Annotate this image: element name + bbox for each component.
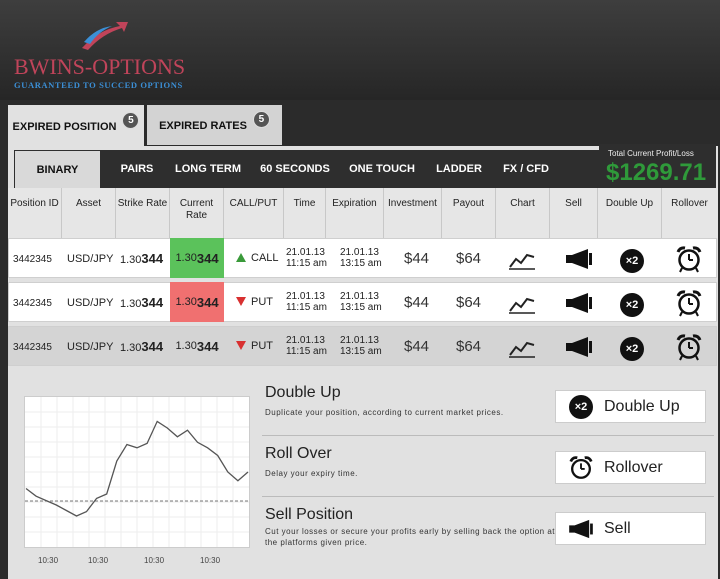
feature-desc-sell-position: Cut your losses or secure your profits e… — [265, 527, 556, 547]
megaphone-icon[interactable] — [564, 248, 594, 270]
profit-label: Total Current Profit/Loss — [608, 149, 694, 158]
alarm-clock-icon[interactable] — [675, 333, 703, 361]
alarm-clock-icon — [566, 455, 596, 481]
alarm-clock-icon[interactable] — [675, 245, 703, 273]
tab-expired-position[interactable]: EXPIRED POSITION 5 — [8, 105, 144, 147]
column-header-call-put: CALL/PUT — [224, 188, 284, 238]
expiration-time: 21.01.13 13:15 am — [340, 247, 382, 269]
feature-title-double-up: Double Up — [265, 384, 341, 401]
payout: $64 — [456, 294, 482, 311]
megaphone-icon[interactable] — [564, 292, 594, 314]
divider — [262, 496, 714, 497]
expiration-time: 21.01.13 13:15 am — [340, 335, 382, 357]
subtab-fx-cfd[interactable]: FX / CFD — [496, 150, 556, 188]
subtab-ladder[interactable]: LADDER — [428, 150, 490, 188]
column-header-sell: Sell — [550, 188, 598, 238]
subtab-pairs[interactable]: PAIRS — [110, 150, 164, 188]
subtab-binary[interactable]: BINARY — [15, 151, 100, 188]
payout: $64 — [456, 338, 482, 355]
chart-icon[interactable] — [508, 249, 536, 271]
x-tick-label: 10:30 — [38, 556, 59, 565]
investment: $44 — [404, 338, 430, 355]
current-rate: 1.30 344 — [175, 338, 219, 354]
investment: $44 — [404, 294, 430, 311]
current-rate: 1.30 344 — [170, 238, 224, 278]
alarm-clock-icon[interactable] — [675, 289, 703, 317]
column-header-strike-rate: Strike Rate — [116, 188, 170, 238]
subtab-long-term[interactable]: LONG TERM — [170, 150, 246, 188]
column-header-chart: Chart — [496, 188, 550, 238]
x-tick-label: 10:30 — [200, 556, 221, 565]
double-up-icon: ×2 — [566, 394, 596, 419]
double-up-icon[interactable]: ×2 — [620, 337, 644, 361]
column-header-position-id: Position ID — [8, 188, 62, 238]
column-header-double-up: Double Up — [598, 188, 662, 238]
subtab-60-seconds[interactable]: 60 SECONDS — [254, 150, 336, 188]
strike-rate: 1.30344 — [120, 295, 164, 310]
column-header-rollover: Rollover — [671, 198, 708, 209]
brand-name: BWINS-OPTIONS — [14, 54, 186, 79]
brand-logo[interactable]: BWINS-OPTIONS GUARANTEED TO SUCCED OPTIO… — [10, 18, 200, 93]
feature-desc-roll-over: Delay your expiry time. — [265, 469, 358, 478]
column-header-investment: Investment — [384, 188, 442, 238]
megaphone-icon — [566, 519, 596, 539]
column-header-payout: Payout — [442, 188, 496, 238]
payout: $64 — [456, 250, 482, 267]
count-badge: 5 — [252, 110, 270, 128]
position-id: 3442345 — [13, 342, 52, 353]
double-up-icon[interactable]: ×2 — [620, 249, 644, 273]
column-header-time: Time — [284, 188, 326, 238]
price-chart-svg — [25, 397, 249, 547]
asset: USD/JPY — [67, 297, 114, 309]
trade-time: 21.01.13 11:15 am — [286, 247, 327, 269]
logo-swoosh-icon — [82, 22, 128, 50]
count-badge: 5 — [122, 111, 140, 129]
button-label: Double Up — [604, 397, 680, 415]
position-id: 3442345 — [13, 254, 52, 265]
x-tick-label: 10:30 — [88, 556, 109, 565]
feature-title-sell-position: Sell Position — [265, 506, 354, 523]
direction: CALL — [236, 252, 279, 264]
trade-time: 21.01.13 11:15 am — [286, 335, 327, 357]
feature-desc-double-up: Duplicate your position, according to cu… — [265, 408, 504, 417]
direction: PUT — [236, 340, 273, 352]
tab-expired-rates[interactable]: EXPIRED RATES 5 — [147, 105, 282, 145]
double-up-button[interactable]: ×2 Double Up — [555, 390, 706, 423]
column-header-current-rate: Current Rate — [170, 188, 224, 238]
mini-price-chart — [24, 396, 250, 548]
chart-icon[interactable] — [508, 293, 536, 315]
feature-title-roll-over: Roll Over — [265, 445, 332, 462]
chart-icon[interactable] — [508, 337, 536, 359]
position-id: 3442345 — [13, 298, 52, 309]
current-rate: 1.30 344 — [170, 282, 224, 322]
brand-tagline: GUARANTEED TO SUCCED OPTIONS — [14, 80, 183, 90]
tab-label: EXPIRED POSITION — [12, 121, 117, 133]
button-label: Sell — [604, 519, 631, 537]
trade-time: 21.01.13 11:15 am — [286, 291, 327, 313]
subtab-one-touch[interactable]: ONE TOUCH — [344, 150, 420, 188]
button-label: Rollover — [604, 458, 663, 476]
investment: $44 — [404, 250, 430, 267]
sell-button[interactable]: Sell — [555, 512, 706, 545]
direction: PUT — [236, 296, 273, 308]
strike-rate: 1.30344 — [120, 251, 164, 266]
triangle-down-icon — [236, 297, 246, 306]
double-up-icon[interactable]: ×2 — [620, 293, 644, 317]
triangle-down-icon — [236, 341, 246, 350]
profit-value: $1269.71 — [606, 159, 707, 186]
asset: USD/JPY — [67, 253, 114, 265]
divider — [262, 435, 714, 436]
megaphone-icon[interactable] — [564, 336, 594, 358]
triangle-up-icon — [236, 253, 246, 262]
column-header-expiration: Expiration — [326, 188, 384, 238]
asset: USD/JPY — [67, 341, 114, 353]
strike-rate: 1.30344 — [120, 339, 164, 354]
rollover-button[interactable]: Rollover — [555, 451, 706, 484]
x-tick-label: 10:30 — [144, 556, 165, 565]
expiration-time: 21.01.13 13:15 am — [340, 291, 382, 313]
column-header-asset: Asset — [62, 188, 116, 238]
tab-label: EXPIRED RATES — [159, 120, 247, 132]
